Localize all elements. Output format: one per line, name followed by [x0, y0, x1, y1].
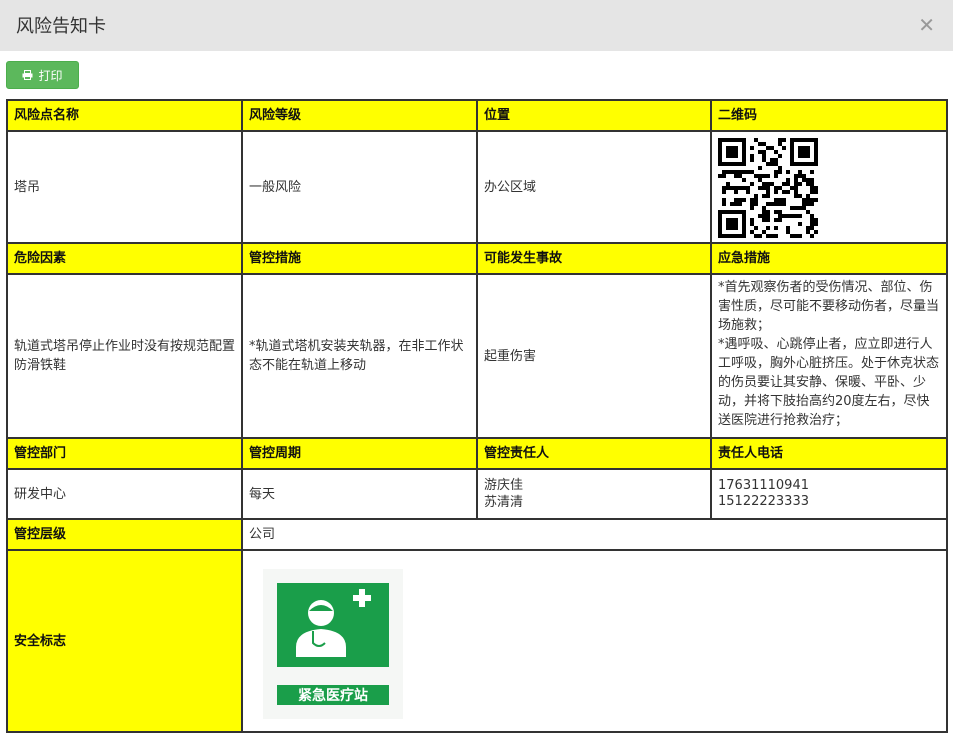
- header-risk-level: 风险等级: [241, 99, 478, 132]
- value-row-2: 轨道式塔吊停止作业时没有按规范配置防滑铁鞋 *轨道式塔机安装夹轨器，在非工作状态…: [6, 273, 948, 439]
- safety-sign-text: 紧急医疗站: [298, 687, 368, 704]
- control-level-row: 管控层级 公司: [6, 518, 948, 551]
- emergency-measure-line: *遇呼吸、心跳停止者，应立即进行人工呼吸，胸外心脏挤压。处于休克状态的伤员要让其…: [718, 337, 940, 428]
- first-aid-station-sign: 紧急医疗站: [263, 569, 403, 719]
- header-control-cycle: 管控周期: [241, 437, 478, 470]
- safety-sign-row: 安全标志 紧急医疗站: [6, 549, 948, 733]
- print-button-label: 打印: [38, 68, 63, 83]
- header-qr-code: 二维码: [710, 99, 948, 132]
- emergency-measure: *首先观察伤者的受伤情况、部位、伤害性质，尽可能不要移动伤者，尽量当场施救； *…: [710, 273, 948, 439]
- print-icon: [22, 70, 33, 80]
- value-row-3: 研发中心 每天 游庆佳 苏清清 17631110941 15122223333: [6, 468, 948, 520]
- header-control-level: 管控层级: [6, 518, 243, 551]
- control-measure: *轨道式塔机安装夹轨器，在非工作状态不能在轨道上移动: [241, 273, 478, 439]
- print-button[interactable]: 打印: [6, 61, 79, 89]
- responsible-person: 游庆佳: [484, 478, 524, 493]
- risk-card-table: 风险点名称 风险等级 位置 二维码 塔吊 一般风险 办公区域 危险因素 管控措施…: [6, 99, 948, 733]
- header-responsible-phone: 责任人电话: [710, 437, 948, 470]
- responsible-phone: 17631110941: [718, 478, 809, 493]
- hazard-factor: 轨道式塔吊停止作业时没有按规范配置防滑铁鞋: [6, 273, 243, 439]
- header-risk-point-name: 风险点名称: [6, 99, 243, 132]
- responsible-phones: 17631110941 15122223333: [710, 468, 948, 520]
- responsible-phone: 15122223333: [718, 494, 809, 509]
- possible-accident: 起重伤害: [476, 273, 712, 439]
- risk-point-name: 塔吊: [6, 130, 243, 244]
- qr-code-cell: [710, 130, 948, 244]
- header-row-2: 危险因素 管控措施 可能发生事故 应急措施: [6, 242, 948, 275]
- close-icon[interactable]: ✕: [918, 14, 935, 36]
- control-cycle: 每天: [241, 468, 478, 520]
- risk-level: 一般风险: [241, 130, 478, 244]
- header-safety-sign: 安全标志: [6, 549, 243, 733]
- control-department: 研发中心: [6, 468, 243, 520]
- responsible-persons: 游庆佳 苏清清: [476, 468, 712, 520]
- qr-code-icon: [718, 138, 818, 238]
- emergency-measure-line: *首先观察伤者的受伤情况、部位、伤害性质，尽可能不要移动伤者，尽量当场施救；: [718, 280, 940, 333]
- header-control-measure: 管控措施: [241, 242, 478, 275]
- header-location: 位置: [476, 99, 712, 132]
- header-row-3: 管控部门 管控周期 管控责任人 责任人电话: [6, 437, 948, 470]
- value-row-1: 塔吊 一般风险 办公区域: [6, 130, 948, 244]
- dialog-titlebar: 风险告知卡 ✕: [0, 0, 953, 51]
- header-responsible-person: 管控责任人: [476, 437, 712, 470]
- header-hazard-factor: 危险因素: [6, 242, 243, 275]
- header-control-department: 管控部门: [6, 437, 243, 470]
- header-possible-accident: 可能发生事故: [476, 242, 712, 275]
- control-level: 公司: [241, 518, 948, 551]
- safety-sign-cell: 紧急医疗站: [241, 549, 948, 733]
- location: 办公区域: [476, 130, 712, 244]
- header-emergency-measure: 应急措施: [710, 242, 948, 275]
- responsible-person: 苏清清: [484, 495, 524, 510]
- header-row-1: 风险点名称 风险等级 位置 二维码: [6, 99, 948, 132]
- dialog-title: 风险告知卡: [16, 16, 106, 37]
